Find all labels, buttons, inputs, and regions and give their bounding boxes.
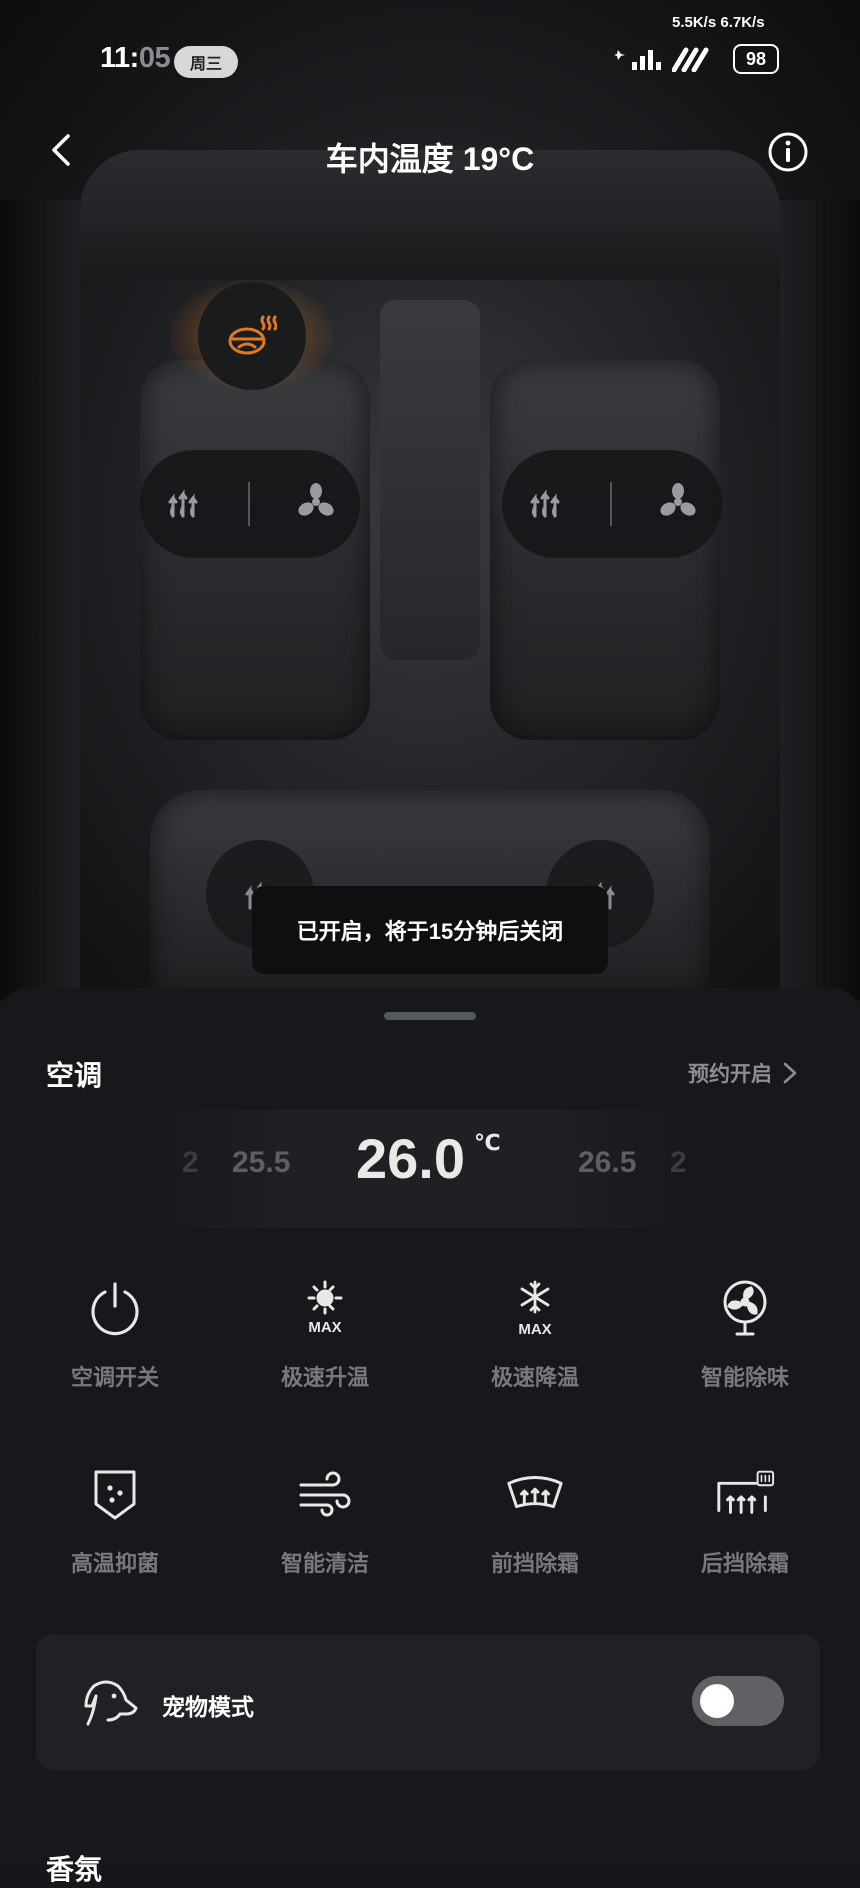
status-day-badge: 周三: [174, 46, 238, 78]
svg-text:MAX: MAX: [518, 1321, 551, 1338]
seat-heat-icon: [530, 489, 560, 517]
function-label: 智能除味: [700, 1365, 789, 1390]
wind-icon: [299, 1471, 351, 1517]
front-left-seat-controls: [140, 450, 360, 558]
temp-option-next[interactable]: 26.5: [578, 1146, 636, 1180]
signal-icon: [614, 50, 661, 70]
sun-max-icon: MAX: [307, 1280, 343, 1336]
toggle-knob: [700, 1684, 734, 1718]
seat-ventilation-icon: [660, 482, 696, 516]
front-defrost-icon: [507, 1476, 563, 1509]
front-defrost-button[interactable]: 前挡除霜: [430, 1462, 640, 1612]
pet-mode-toggle[interactable]: [692, 1676, 784, 1726]
temp-current: 26.0: [356, 1127, 465, 1190]
function-label: 极速升温: [280, 1365, 369, 1390]
seat-heat-button-front-left[interactable]: [163, 482, 203, 527]
toast-message: 已开启，将于15分钟后关闭: [252, 886, 608, 974]
rapid-heat-button[interactable]: MAX 极速升温: [220, 1276, 430, 1426]
center-console: [380, 300, 480, 660]
function-label: 后挡除霜: [700, 1551, 789, 1576]
function-label: 前挡除霜: [490, 1551, 579, 1576]
temp-option-prev[interactable]: 25.5: [232, 1146, 290, 1180]
dog-icon: [84, 1680, 138, 1726]
seat-vent-button-front-left[interactable]: [295, 481, 337, 528]
ac-section-title: 空调: [46, 1060, 103, 1091]
seat-heat-button-front-right[interactable]: [525, 482, 565, 527]
function-label: 极速降温: [490, 1365, 579, 1390]
function-label: 空调开关: [70, 1365, 159, 1390]
smart-deodorize-button[interactable]: 智能除味: [640, 1276, 850, 1426]
info-button[interactable]: [766, 130, 810, 174]
wifi-icon: [672, 47, 709, 72]
pet-mode-label: 宠物模式: [162, 1694, 254, 1720]
car-right-pillar: [780, 200, 860, 1000]
fan-circle-icon: [723, 1280, 767, 1336]
divider: [609, 482, 612, 526]
shield-dots-icon: [94, 1470, 136, 1520]
network-speed: 5.5K/s 6.7K/s: [672, 14, 765, 31]
divider: [247, 482, 250, 526]
rear-defrost-icon: [717, 1470, 775, 1514]
front-right-seat-controls: [502, 450, 722, 558]
function-label: 高温抑菌: [70, 1551, 159, 1576]
steering-wheel-heat-button[interactable]: [198, 282, 306, 390]
next-section-title: 香氛: [46, 1854, 103, 1885]
schedule-start-label: 预约开启: [688, 1063, 772, 1086]
power-icon: [91, 1282, 139, 1336]
temp-option[interactable]: 2: [182, 1146, 199, 1180]
rear-defrost-button[interactable]: 后挡除霜: [640, 1462, 850, 1612]
car-left-pillar: [0, 200, 80, 1000]
rapid-cool-button[interactable]: MAX 极速降温: [430, 1276, 640, 1426]
page-title: 车内温度 19°C: [325, 141, 535, 177]
function-label: 智能清洁: [280, 1551, 369, 1576]
battery-indicator: 98: [733, 44, 779, 74]
smart-clean-button[interactable]: 智能清洁: [220, 1462, 430, 1612]
high-temp-sterilize-button[interactable]: 高温抑菌: [10, 1462, 220, 1612]
seat-vent-button-front-right[interactable]: [657, 481, 699, 528]
temp-option[interactable]: 2: [670, 1146, 687, 1180]
ac-power-button[interactable]: 空调开关: [10, 1276, 220, 1426]
chevron-right-icon: [783, 1062, 797, 1084]
seat-ventilation-icon: [298, 482, 334, 516]
status-time: 11:05: [100, 42, 171, 74]
sheet-drag-handle[interactable]: [384, 1012, 476, 1020]
temp-unit: ℃: [474, 1130, 501, 1155]
snowflake-max-icon: MAX: [518, 1280, 552, 1338]
seat-heat-icon: [168, 489, 198, 517]
svg-text:MAX: MAX: [308, 1319, 341, 1336]
steering-wheel-heat-icon: [228, 315, 277, 355]
schedule-start-link[interactable]: 预约开启: [688, 1058, 798, 1088]
